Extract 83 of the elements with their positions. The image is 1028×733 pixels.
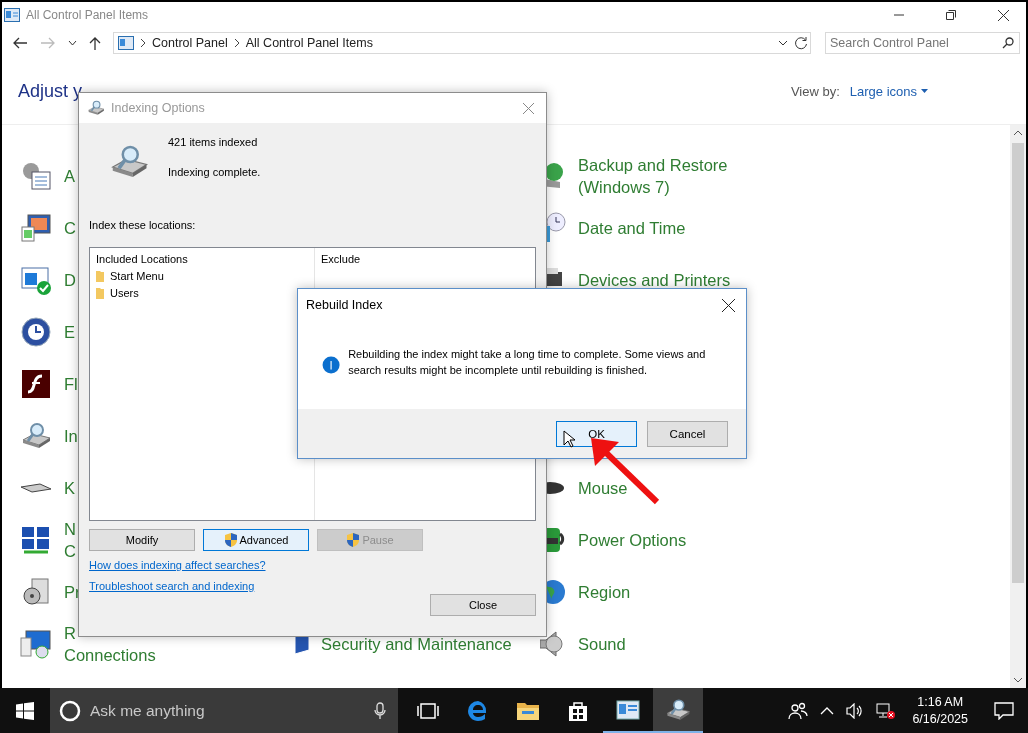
- search-icon: [1002, 37, 1014, 49]
- caret-icon: [921, 89, 928, 93]
- breadcrumb-item[interactable]: All Control Panel Items: [245, 36, 373, 50]
- dialog-button[interactable]: Advanced: [203, 529, 309, 551]
- chevron-icon: [140, 38, 146, 48]
- close-icon: [522, 102, 534, 114]
- item-label[interactable]: (Windows 7): [578, 176, 670, 198]
- gear-checklist-icon: [20, 160, 52, 192]
- microphone-icon[interactable]: [374, 702, 386, 720]
- item-label[interactable]: K: [64, 477, 75, 499]
- windows-logo-icon: [16, 701, 34, 720]
- control-panel-icon: [118, 36, 134, 50]
- drive-search-icon: [665, 696, 691, 723]
- item-label[interactable]: C: [64, 540, 76, 562]
- item-label[interactable]: Connections: [64, 644, 156, 666]
- item-label[interactable]: Pr: [64, 581, 81, 603]
- control-panel-icon: [4, 8, 20, 22]
- item-label[interactable]: Mouse: [578, 477, 628, 499]
- flash-icon: [20, 368, 52, 400]
- clock[interactable]: 1:16 AM 6/16/2025: [904, 693, 976, 728]
- scrollbar[interactable]: [1010, 125, 1026, 688]
- clock-circle-icon: [20, 316, 52, 348]
- network-icon: [20, 524, 52, 556]
- dialog-button[interactable]: Modify: [89, 529, 195, 551]
- item-label[interactable]: D: [64, 269, 76, 291]
- item-label[interactable]: C: [64, 217, 76, 239]
- folder-icon: [96, 287, 104, 299]
- window-title: All Control Panel Items: [26, 8, 150, 22]
- control-panel-icon: [616, 699, 640, 720]
- task-view-icon: [417, 701, 439, 720]
- cursor-icon: [563, 430, 575, 448]
- item-label[interactable]: Security and Maintenance: [321, 633, 512, 655]
- column-header[interactable]: Exclude: [321, 253, 529, 265]
- view-by-dropdown[interactable]: Large icons: [849, 83, 928, 99]
- help-link[interactable]: How does indexing affect searches?: [89, 559, 266, 571]
- dialog-button[interactable]: Cancel: [647, 420, 728, 447]
- store-icon: [567, 699, 589, 722]
- item-label[interactable]: Power Options: [578, 529, 687, 551]
- scroll-down-icon[interactable]: [1013, 677, 1023, 683]
- item-label[interactable]: N: [64, 518, 76, 540]
- item-label[interactable]: Devices and Printers: [578, 269, 731, 291]
- item-label[interactable]: Sound: [578, 633, 626, 655]
- item-label[interactable]: E: [64, 321, 75, 343]
- items-count: 421 items indexed: [168, 136, 259, 148]
- address-bar[interactable]: Control Panel All Control Panel Items: [113, 32, 811, 54]
- item-label[interactable]: A: [64, 165, 75, 187]
- column-header[interactable]: Included Locations: [96, 253, 308, 265]
- restore-icon: [946, 10, 956, 20]
- location-item[interactable]: Users: [110, 287, 139, 299]
- help-link[interactable]: Troubleshoot search and indexing: [89, 580, 255, 592]
- programs-icon: [20, 576, 52, 608]
- dialog-title: Rebuild Index: [306, 298, 384, 312]
- item-label[interactable]: Date and Time: [578, 217, 686, 239]
- item-label[interactable]: In: [64, 425, 78, 447]
- close-icon: [997, 9, 1009, 21]
- taskbar-button[interactable]: [653, 688, 703, 733]
- circle-icon: [59, 700, 81, 722]
- refresh-icon[interactable]: [794, 36, 808, 50]
- scroll-up-icon[interactable]: [1013, 130, 1023, 136]
- breadcrumb-item[interactable]: Control Panel: [152, 36, 228, 50]
- dropdown-caret-icon[interactable]: [778, 40, 788, 46]
- dialog-message: Rebuilding the index might take a long time to complete. Some views and search results might be incomplete until rebuilding is finished.: [348, 347, 707, 378]
- close-dialog-button[interactable]: Close: [430, 594, 536, 616]
- taskbar-search-field[interactable]: Ask me anything: [50, 688, 398, 733]
- shield-icon: [346, 532, 361, 548]
- item-label[interactable]: Fl: [64, 373, 78, 395]
- close-icon: [721, 298, 735, 312]
- window-check-icon: [20, 264, 52, 296]
- location-item[interactable]: Start Menu: [110, 270, 164, 282]
- search-field[interactable]: Search Control Panel: [825, 32, 1020, 54]
- drive-search-icon: [87, 99, 105, 117]
- remote-monitor-icon: [20, 628, 52, 660]
- item-label[interactable]: R: [64, 622, 76, 644]
- monitor-icon: [20, 212, 52, 244]
- view-by-label: View by:: [790, 83, 840, 99]
- folder-icon: [96, 270, 104, 282]
- item-label[interactable]: Backup and Restore: [578, 154, 728, 176]
- locations-label: Index these locations:: [89, 219, 197, 231]
- chevron-icon: [233, 38, 240, 48]
- indexing-status: Indexing complete.: [168, 166, 262, 178]
- dialog-title: Indexing Options: [111, 101, 206, 115]
- item-label[interactable]: Region: [578, 581, 631, 603]
- shield-icon: [223, 532, 238, 548]
